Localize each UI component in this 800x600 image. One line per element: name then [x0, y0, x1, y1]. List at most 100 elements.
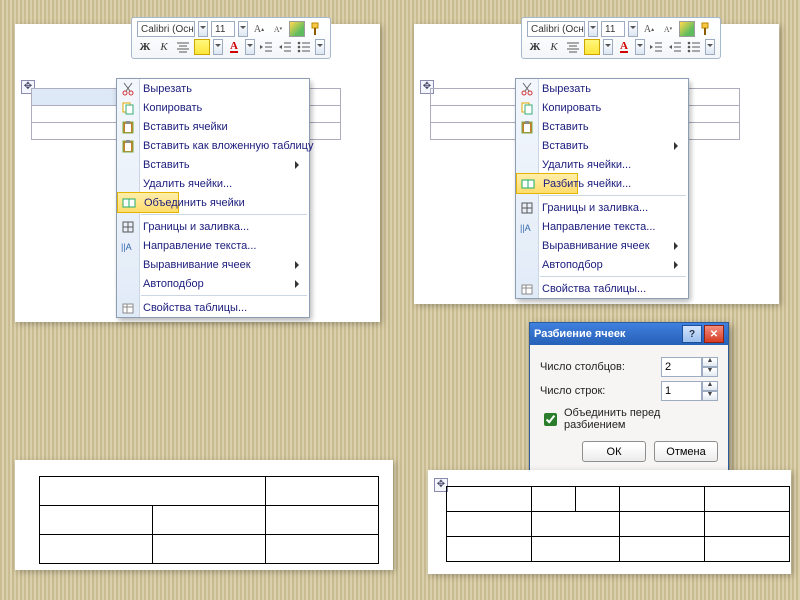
- menu-item[interactable]: Границы и заливка...: [516, 198, 688, 217]
- merge-before-checkbox[interactable]: [544, 413, 557, 426]
- menu-item[interactable]: ||AНаправление текста...: [117, 236, 309, 255]
- menu-item-label: Автоподбор: [143, 278, 204, 290]
- menu-item[interactable]: Удалить ячейки...: [117, 174, 309, 193]
- menu-item[interactable]: Выравнивание ячеек: [117, 255, 309, 274]
- increase-indent-icon[interactable]: [277, 39, 293, 55]
- increase-indent-icon[interactable]: [667, 39, 683, 55]
- font-name-dd[interactable]: [198, 21, 208, 37]
- menu-item[interactable]: Свойства таблицы...: [516, 279, 688, 298]
- paste-nested-icon: [120, 138, 136, 154]
- styles-icon[interactable]: [679, 21, 695, 37]
- cell: [576, 487, 620, 512]
- help-icon[interactable]: ?: [682, 325, 702, 343]
- font-size[interactable]: 11: [601, 21, 625, 37]
- italic-icon[interactable]: К: [546, 39, 562, 55]
- font-color-dd[interactable]: [635, 39, 645, 55]
- menu-item[interactable]: Удалить ячейки...: [516, 155, 688, 174]
- menu-item-label: Вставить: [542, 121, 589, 133]
- decrease-indent-icon[interactable]: [648, 39, 664, 55]
- menu-item[interactable]: Автоподбор: [516, 255, 688, 274]
- result-panel-left: [15, 460, 393, 570]
- split-cells-dialog: Разбиение ячеек ? ✕ Число столбцов: ▲▼ Ч…: [529, 322, 729, 473]
- cell: [153, 535, 266, 564]
- context-menu-left: ВырезатьКопироватьВставить ячейкиВставит…: [116, 78, 310, 318]
- format-painter-icon[interactable]: [698, 21, 714, 37]
- blank-icon: [519, 138, 535, 154]
- styles-icon[interactable]: [289, 21, 305, 37]
- format-painter-icon[interactable]: [308, 21, 324, 37]
- menu-item[interactable]: Объединить ячейки: [117, 192, 179, 213]
- menu-item[interactable]: Вставить: [117, 155, 309, 174]
- highlight-dd[interactable]: [213, 39, 223, 55]
- ok-button[interactable]: ОК: [582, 441, 646, 462]
- cell: [447, 537, 532, 562]
- menu-item[interactable]: Вырезать: [117, 79, 309, 98]
- spin-up-icon[interactable]: ▲: [702, 381, 718, 391]
- result-panel-right: ✥: [428, 470, 791, 574]
- menu-item[interactable]: Границы и заливка...: [117, 217, 309, 236]
- font-name[interactable]: Calibri (Осн: [137, 21, 195, 37]
- menu-item[interactable]: Разбить ячейки...: [516, 173, 578, 194]
- menu-item-label: Свойства таблицы...: [143, 302, 247, 314]
- menu-item[interactable]: Автоподбор: [117, 274, 309, 293]
- split-icon: [520, 176, 536, 192]
- bullets-dd[interactable]: [315, 39, 325, 55]
- blank-icon: [519, 257, 535, 273]
- spin-up-icon[interactable]: ▲: [702, 357, 718, 367]
- menu-item-label: Копировать: [542, 102, 601, 114]
- font-color-icon[interactable]: A: [616, 39, 632, 55]
- highlight-icon[interactable]: [584, 39, 600, 55]
- font-name-dd[interactable]: [588, 21, 598, 37]
- dialog-titlebar[interactable]: Разбиение ячеек ? ✕: [530, 323, 728, 345]
- font-size[interactable]: 11: [211, 21, 235, 37]
- bold-icon[interactable]: Ж: [137, 39, 153, 55]
- cell: [620, 512, 705, 537]
- cols-input[interactable]: [661, 357, 702, 377]
- menu-item[interactable]: Вставить: [516, 136, 688, 155]
- font-color-icon[interactable]: A: [226, 39, 242, 55]
- shrink-font-icon[interactable]: A▾: [660, 21, 676, 37]
- font-color-dd[interactable]: [245, 39, 255, 55]
- highlight-dd[interactable]: [603, 39, 613, 55]
- bullets-icon[interactable]: [296, 39, 312, 55]
- close-icon[interactable]: ✕: [704, 325, 724, 343]
- bullets-icon[interactable]: [686, 39, 702, 55]
- copy-icon: [519, 100, 535, 116]
- grow-font-icon[interactable]: A▴: [641, 21, 657, 37]
- font-size-dd[interactable]: [238, 21, 248, 37]
- cell: [447, 512, 532, 537]
- menu-item[interactable]: Свойства таблицы...: [117, 298, 309, 317]
- cancel-button[interactable]: Отмена: [654, 441, 718, 462]
- spin-down-icon[interactable]: ▼: [702, 367, 718, 377]
- menu-item[interactable]: Вырезать: [516, 79, 688, 98]
- menu-item-label: Границы и заливка...: [542, 202, 648, 214]
- menu-item[interactable]: Копировать: [117, 98, 309, 117]
- center-icon[interactable]: [565, 39, 581, 55]
- blank-icon: [120, 257, 136, 273]
- cell: [153, 506, 266, 535]
- shrink-font-icon[interactable]: A▾: [270, 21, 286, 37]
- spin-down-icon[interactable]: ▼: [702, 391, 718, 401]
- merge-icon: [121, 195, 137, 211]
- font-size-dd[interactable]: [628, 21, 638, 37]
- rows-input[interactable]: [661, 381, 702, 401]
- menu-item[interactable]: Вставить ячейки: [117, 117, 309, 136]
- cell: [40, 535, 153, 564]
- menu-item[interactable]: Копировать: [516, 98, 688, 117]
- grow-font-icon[interactable]: A▴: [251, 21, 267, 37]
- menu-item[interactable]: Вставить как вложенную таблицу: [117, 136, 309, 155]
- menu-item[interactable]: Вставить: [516, 117, 688, 136]
- italic-icon[interactable]: К: [156, 39, 172, 55]
- bullets-dd[interactable]: [705, 39, 715, 55]
- menu-item[interactable]: Выравнивание ячеек: [516, 236, 688, 255]
- decrease-indent-icon[interactable]: [258, 39, 274, 55]
- menu-item[interactable]: ||AНаправление текста...: [516, 217, 688, 236]
- font-name[interactable]: Calibri (Осн: [527, 21, 585, 37]
- center-icon[interactable]: [175, 39, 191, 55]
- bold-icon[interactable]: Ж: [527, 39, 543, 55]
- menu-item-label: Выравнивание ячеек: [143, 259, 251, 271]
- result-table-split: [446, 486, 790, 562]
- highlight-icon[interactable]: [194, 39, 210, 55]
- cell: [620, 537, 705, 562]
- props-icon: [120, 300, 136, 316]
